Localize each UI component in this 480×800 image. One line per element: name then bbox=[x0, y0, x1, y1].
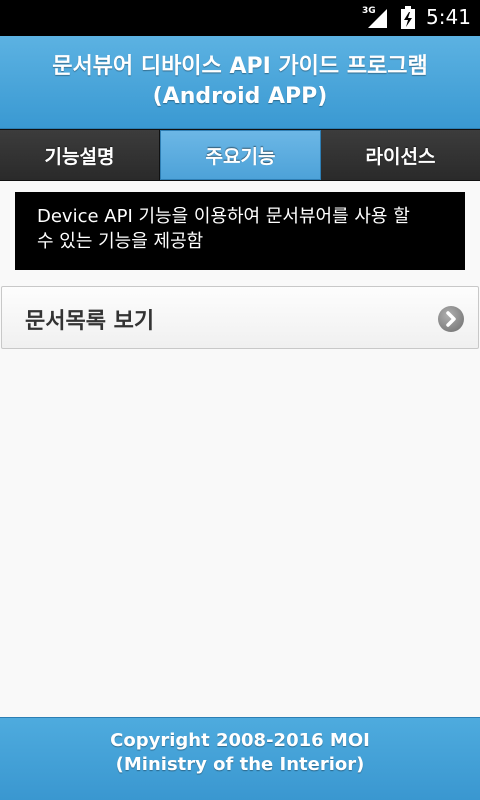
title-line-1: 문서뷰어 디바이스 API 가이드 프로그램 bbox=[52, 54, 428, 79]
page-title: 문서뷰어 디바이스 API 가이드 프로그램 (Android APP) bbox=[0, 36, 480, 112]
app-header: 문서뷰어 디바이스 API 가이드 프로그램 (Android APP) bbox=[0, 36, 480, 129]
tab-license[interactable]: 라이선스 bbox=[321, 130, 480, 180]
description-box: Device API 기능을 이용하여 문서뷰어를 사용 할 수 있는 기능을 … bbox=[15, 192, 465, 270]
chevron-right-circle-icon bbox=[437, 305, 465, 333]
tab-feature-description[interactable]: 기능설명 bbox=[0, 130, 160, 180]
tab-label: 주요기능 bbox=[205, 145, 276, 168]
app-footer: Copyright 2008-2016 MOI (Ministry of the… bbox=[0, 717, 480, 800]
list-item-label: 문서목록 보기 bbox=[25, 309, 155, 334]
tab-main-features[interactable]: 주요기능 bbox=[160, 130, 321, 180]
battery-charging-icon bbox=[400, 6, 416, 34]
list-item-document-list[interactable]: 문서목록 보기 bbox=[1, 286, 479, 349]
status-bar: 3G 5:41 bbox=[0, 0, 480, 36]
tab-label: 라이선스 bbox=[365, 145, 436, 168]
tab-label: 기능설명 bbox=[44, 145, 115, 168]
tab-bar: 기능설명 주요기능 라이선스 bbox=[0, 129, 480, 181]
signal-icon bbox=[366, 7, 388, 33]
copyright-text: Copyright 2008-2016 MOI bbox=[110, 730, 370, 751]
clock: 5:41 bbox=[426, 5, 471, 29]
description-line-1: Device API 기능을 이용하여 문서뷰어를 사용 할 bbox=[37, 206, 410, 227]
title-line-2: (Android APP) bbox=[152, 84, 328, 109]
organization-text: (Ministry of the Interior) bbox=[115, 754, 365, 775]
description-line-2: 수 있는 기능을 제공함 bbox=[37, 231, 204, 252]
